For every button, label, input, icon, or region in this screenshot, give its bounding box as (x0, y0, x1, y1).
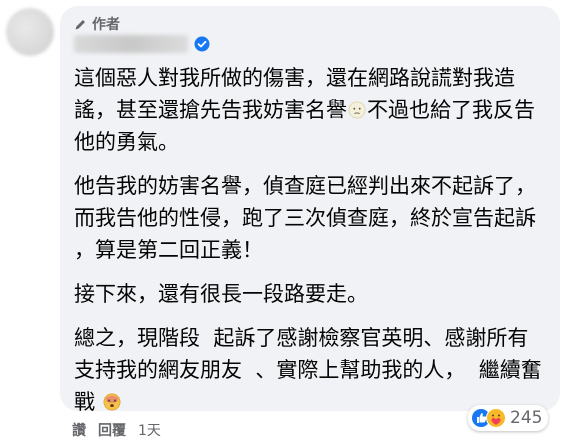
comment-actions: 讚 回覆 1天 (72, 420, 161, 440)
dizzy-face-emoji-icon (103, 393, 121, 411)
comment-text: 這個惡人對我所做的傷害，還在網路說謊對我造謠，甚至還搶先告我妨害名譽 不過也給了… (74, 62, 544, 430)
reaction-count: 245 (510, 408, 543, 428)
like-button[interactable]: 讚 (72, 420, 86, 440)
pale-face-emoji-icon (348, 101, 366, 119)
timestamp[interactable]: 1天 (138, 420, 161, 440)
verified-badge-icon (194, 36, 210, 52)
comment-paragraph: 總之，現階段 起訴了感謝檢察官英明、感謝所有支持我的網友朋友 、實際上幫助我的人… (74, 326, 542, 414)
author-name[interactable] (74, 35, 188, 53)
care-reaction-icon (486, 408, 506, 428)
comment-paragraph: 這個惡人對我所做的傷害，還在網路說謊對我造謠，甚至還搶先告我妨害名譽 不過也給了… (74, 66, 535, 154)
author-name-row[interactable] (74, 35, 210, 53)
author-badge-label: 作者 (92, 17, 120, 33)
comment-paragraph: 接下來，還有很長一段路要走。 (74, 282, 368, 306)
reaction-icons (471, 408, 506, 428)
reaction-summary[interactable]: 245 (468, 405, 549, 431)
comment-paragraph: 他告我的妨害名譽，偵查庭已經判出來不起訴了，而我告他的性侵，跑了三次偵查庭，終於… (74, 174, 543, 262)
reply-button[interactable]: 回覆 (98, 420, 126, 440)
author-badge: 作者 (74, 14, 120, 34)
avatar[interactable] (6, 8, 54, 56)
comment-bubble: 作者 這個惡人對我所做的傷害，還在網路說謊對我造謠，甚至還搶先告我妨害名譽 不過… (60, 6, 560, 414)
pen-icon (75, 19, 85, 29)
